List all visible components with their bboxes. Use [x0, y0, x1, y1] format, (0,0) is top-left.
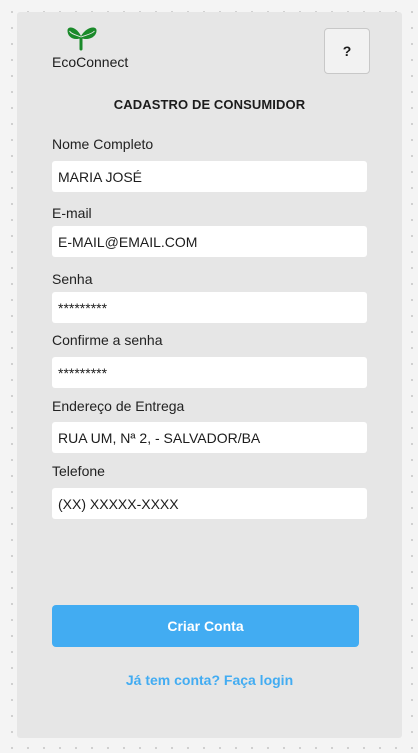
confirm-password-label: Confirme a senha: [52, 332, 163, 348]
form-title: CADASTRO DE CONSUMIDOR: [113, 97, 306, 112]
confirm-password-input[interactable]: [52, 357, 367, 388]
full-name-label: Nome Completo: [52, 136, 154, 152]
delivery-address-label: Endereço de Entrega: [52, 398, 185, 414]
phone-label: Telefone: [52, 463, 105, 479]
full-name-input[interactable]: [52, 161, 367, 192]
phone-input[interactable]: [52, 488, 367, 519]
brand-logo: EcoConnect: [52, 25, 132, 70]
help-button[interactable]: ?: [324, 28, 370, 74]
brand-name: EcoConnect: [52, 54, 129, 70]
email-input[interactable]: [52, 226, 367, 257]
password-input[interactable]: [52, 292, 367, 323]
password-label: Senha: [52, 271, 93, 287]
email-label: E-mail: [52, 205, 92, 221]
login-link[interactable]: Já tem conta? Faça login: [17, 672, 402, 688]
sprout-icon: [67, 27, 97, 51]
create-account-button[interactable]: Criar Conta: [52, 605, 359, 647]
signup-card: EcoConnect ? CADASTRO DE CONSUMIDOR Nome…: [17, 12, 402, 738]
delivery-address-input[interactable]: [52, 422, 367, 453]
